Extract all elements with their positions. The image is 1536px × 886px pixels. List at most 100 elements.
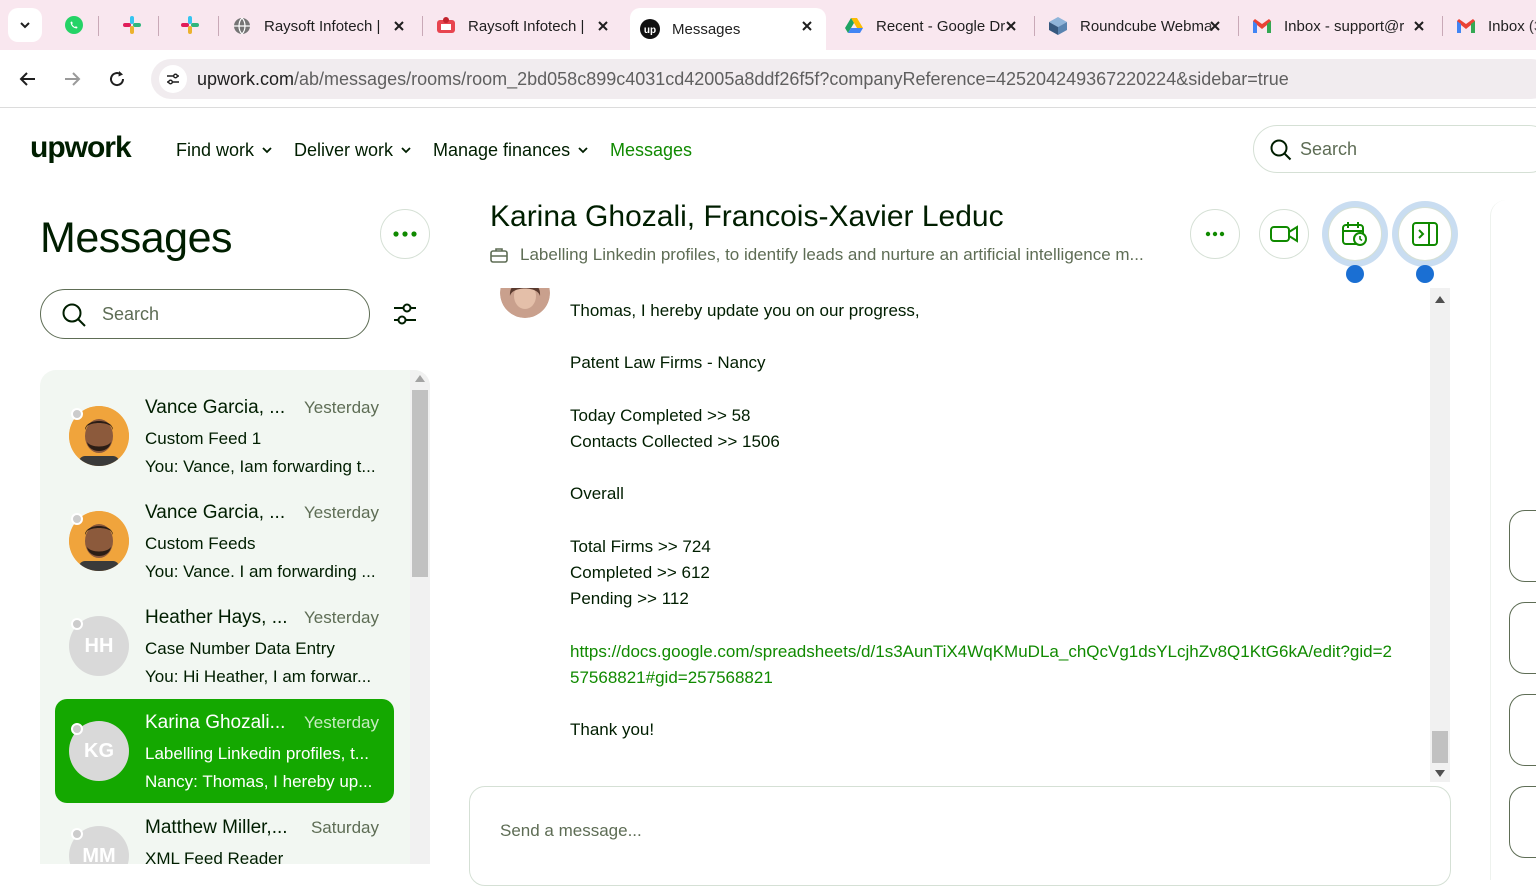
side-action-button[interactable] bbox=[1509, 786, 1536, 858]
globe-icon bbox=[234, 17, 250, 35]
chevron-down-icon bbox=[262, 147, 272, 154]
more-horizontal-icon bbox=[1205, 231, 1225, 237]
scroll-up-icon[interactable] bbox=[415, 375, 425, 382]
message-line: Pending >> 112 bbox=[570, 589, 689, 609]
scrollbar-thumb[interactable] bbox=[412, 390, 428, 577]
calendar-clock-icon bbox=[1342, 222, 1367, 246]
close-tab-icon[interactable] bbox=[1002, 17, 1020, 35]
browser-tab[interactable]: Inbox - support@r bbox=[1242, 8, 1438, 44]
browser-tab[interactable]: Inbox (3 bbox=[1446, 8, 1536, 44]
room-list: Vance Garcia, ... Yesterday Custom Feed … bbox=[40, 370, 430, 864]
page-title: Messages bbox=[40, 214, 232, 262]
tune-icon bbox=[167, 73, 179, 85]
sidebar-panel-icon bbox=[1412, 222, 1438, 246]
room-item[interactable]: HH Heather Hays, ... Yesterday Case Numb… bbox=[55, 594, 394, 698]
browser-tab[interactable]: Roundcube Webma bbox=[1038, 8, 1234, 44]
side-action-button[interactable] bbox=[1509, 694, 1536, 766]
reload-button[interactable] bbox=[101, 63, 133, 95]
message-thread: Thomas, I hereby update you on our progr… bbox=[470, 288, 1450, 782]
browser-tab-strip: Raysoft Infotech | Raysoft Infotech | up… bbox=[0, 0, 1536, 50]
side-action-button[interactable] bbox=[1509, 602, 1536, 674]
browser-tab-active[interactable]: up Messages bbox=[630, 8, 826, 50]
conversation-title: Karina Ghozali, Francois-Xavier Leduc bbox=[490, 200, 1004, 233]
slack-icon bbox=[181, 16, 199, 34]
nav-manage-finances[interactable]: Manage finances bbox=[433, 138, 589, 162]
close-tab-icon[interactable] bbox=[798, 17, 816, 35]
conversation-subtitle[interactable]: Labelling Linkedin profiles, to identify… bbox=[490, 244, 1144, 266]
forward-button[interactable] bbox=[56, 63, 88, 95]
message-closing: Thank you! bbox=[570, 720, 655, 740]
presence-dot bbox=[71, 828, 83, 840]
message-line: Today Completed >> 58 bbox=[570, 405, 751, 425]
video-camera-icon bbox=[1270, 225, 1298, 243]
pinned-tab-slack-1[interactable] bbox=[112, 9, 152, 41]
room-item[interactable]: Vance Garcia, ... Yesterday Custom Feed … bbox=[55, 384, 394, 488]
reload-icon bbox=[110, 71, 125, 87]
presence-dot bbox=[71, 723, 83, 735]
scroll-up-icon[interactable] bbox=[1435, 296, 1445, 303]
close-tab-icon[interactable] bbox=[594, 17, 612, 35]
room-list-scrollbar[interactable] bbox=[410, 370, 430, 864]
room-item-active[interactable]: KG Karina Ghozali... Yesterday Labelling… bbox=[55, 699, 394, 803]
browser-tab[interactable]: Recent - Google Dr bbox=[834, 8, 1030, 44]
message-composer[interactable]: Send a message... bbox=[469, 786, 1451, 886]
room-item[interactable]: MM Matthew Miller,... Saturday XML Feed … bbox=[55, 804, 394, 864]
message-line bbox=[570, 508, 1400, 534]
nav-find-work[interactable]: Find work bbox=[176, 138, 273, 162]
raysoft-icon bbox=[437, 17, 455, 33]
message-line bbox=[570, 612, 1400, 638]
notification-dot bbox=[1346, 265, 1364, 283]
arrow-right-icon bbox=[65, 72, 81, 86]
close-tab-icon[interactable] bbox=[1410, 17, 1428, 35]
toggle-details-panel-button[interactable] bbox=[1392, 201, 1458, 267]
notification-dot bbox=[1416, 265, 1434, 283]
tab-search-button[interactable] bbox=[8, 8, 42, 42]
slack-icon bbox=[123, 16, 141, 34]
room-item[interactable]: Vance Garcia, ... Yesterday Custom Feeds… bbox=[55, 489, 394, 593]
nav-messages[interactable]: Messages bbox=[610, 138, 692, 162]
filter-button[interactable] bbox=[388, 297, 422, 331]
message-line: Overall bbox=[570, 484, 624, 504]
message-line bbox=[570, 324, 1400, 350]
message-line bbox=[570, 691, 1400, 717]
chevron-down-icon bbox=[578, 147, 588, 154]
close-tab-icon[interactable] bbox=[1206, 17, 1224, 35]
scrollbar-thumb[interactable] bbox=[1432, 731, 1448, 763]
browser-tab[interactable]: Raysoft Infotech | bbox=[222, 8, 418, 44]
search-icon bbox=[1270, 139, 1292, 161]
browser-tab[interactable]: Raysoft Infotech | bbox=[426, 8, 622, 44]
side-action-button[interactable] bbox=[1509, 510, 1536, 582]
nav-deliver-work[interactable]: Deliver work bbox=[294, 138, 412, 162]
upwork-logo[interactable]: upwork bbox=[30, 131, 132, 165]
pinned-tab-whatsapp[interactable] bbox=[54, 9, 94, 41]
message-line: Total Firms >> 724 bbox=[570, 536, 711, 556]
schedule-meeting-button[interactable] bbox=[1322, 201, 1388, 267]
upwork-icon: up bbox=[640, 19, 660, 39]
message-body: Thomas, I hereby update you on our progr… bbox=[570, 298, 1400, 743]
user-photo-icon bbox=[500, 288, 550, 318]
arrow-left-icon bbox=[19, 72, 35, 86]
presence-dot bbox=[71, 408, 83, 420]
messages-more-button[interactable] bbox=[380, 209, 430, 259]
global-search-input[interactable]: Search bbox=[1253, 125, 1536, 173]
site-info-button[interactable] bbox=[159, 65, 187, 93]
room-search-input[interactable]: Search bbox=[40, 289, 370, 339]
thread-scrollbar[interactable] bbox=[1430, 288, 1450, 782]
address-bar[interactable]: upwork.com/ab/messages/rooms/room_2bd058… bbox=[151, 59, 1536, 99]
message-line bbox=[570, 377, 1400, 403]
url-text: upwork.com/ab/messages/rooms/room_2bd058… bbox=[197, 69, 1289, 89]
gmail-icon bbox=[1253, 19, 1271, 33]
search-icon bbox=[62, 303, 86, 327]
briefcase-icon bbox=[490, 248, 508, 263]
message-line: Thomas, I hereby update you on our progr… bbox=[570, 301, 920, 320]
close-tab-icon[interactable] bbox=[390, 17, 408, 35]
spreadsheet-link[interactable]: https://docs.google.com/spreadsheets/d/1… bbox=[570, 639, 1400, 691]
scroll-down-icon[interactable] bbox=[1435, 770, 1445, 777]
browser-toolbar: upwork.com/ab/messages/rooms/room_2bd058… bbox=[0, 50, 1536, 108]
conversation-more-button[interactable] bbox=[1190, 209, 1240, 259]
roundcube-icon bbox=[1049, 17, 1067, 35]
message-line: Contacts Collected >> 1506 bbox=[570, 431, 780, 451]
video-call-button[interactable] bbox=[1259, 209, 1309, 259]
pinned-tab-slack-2[interactable] bbox=[170, 9, 210, 41]
back-button[interactable] bbox=[12, 63, 44, 95]
